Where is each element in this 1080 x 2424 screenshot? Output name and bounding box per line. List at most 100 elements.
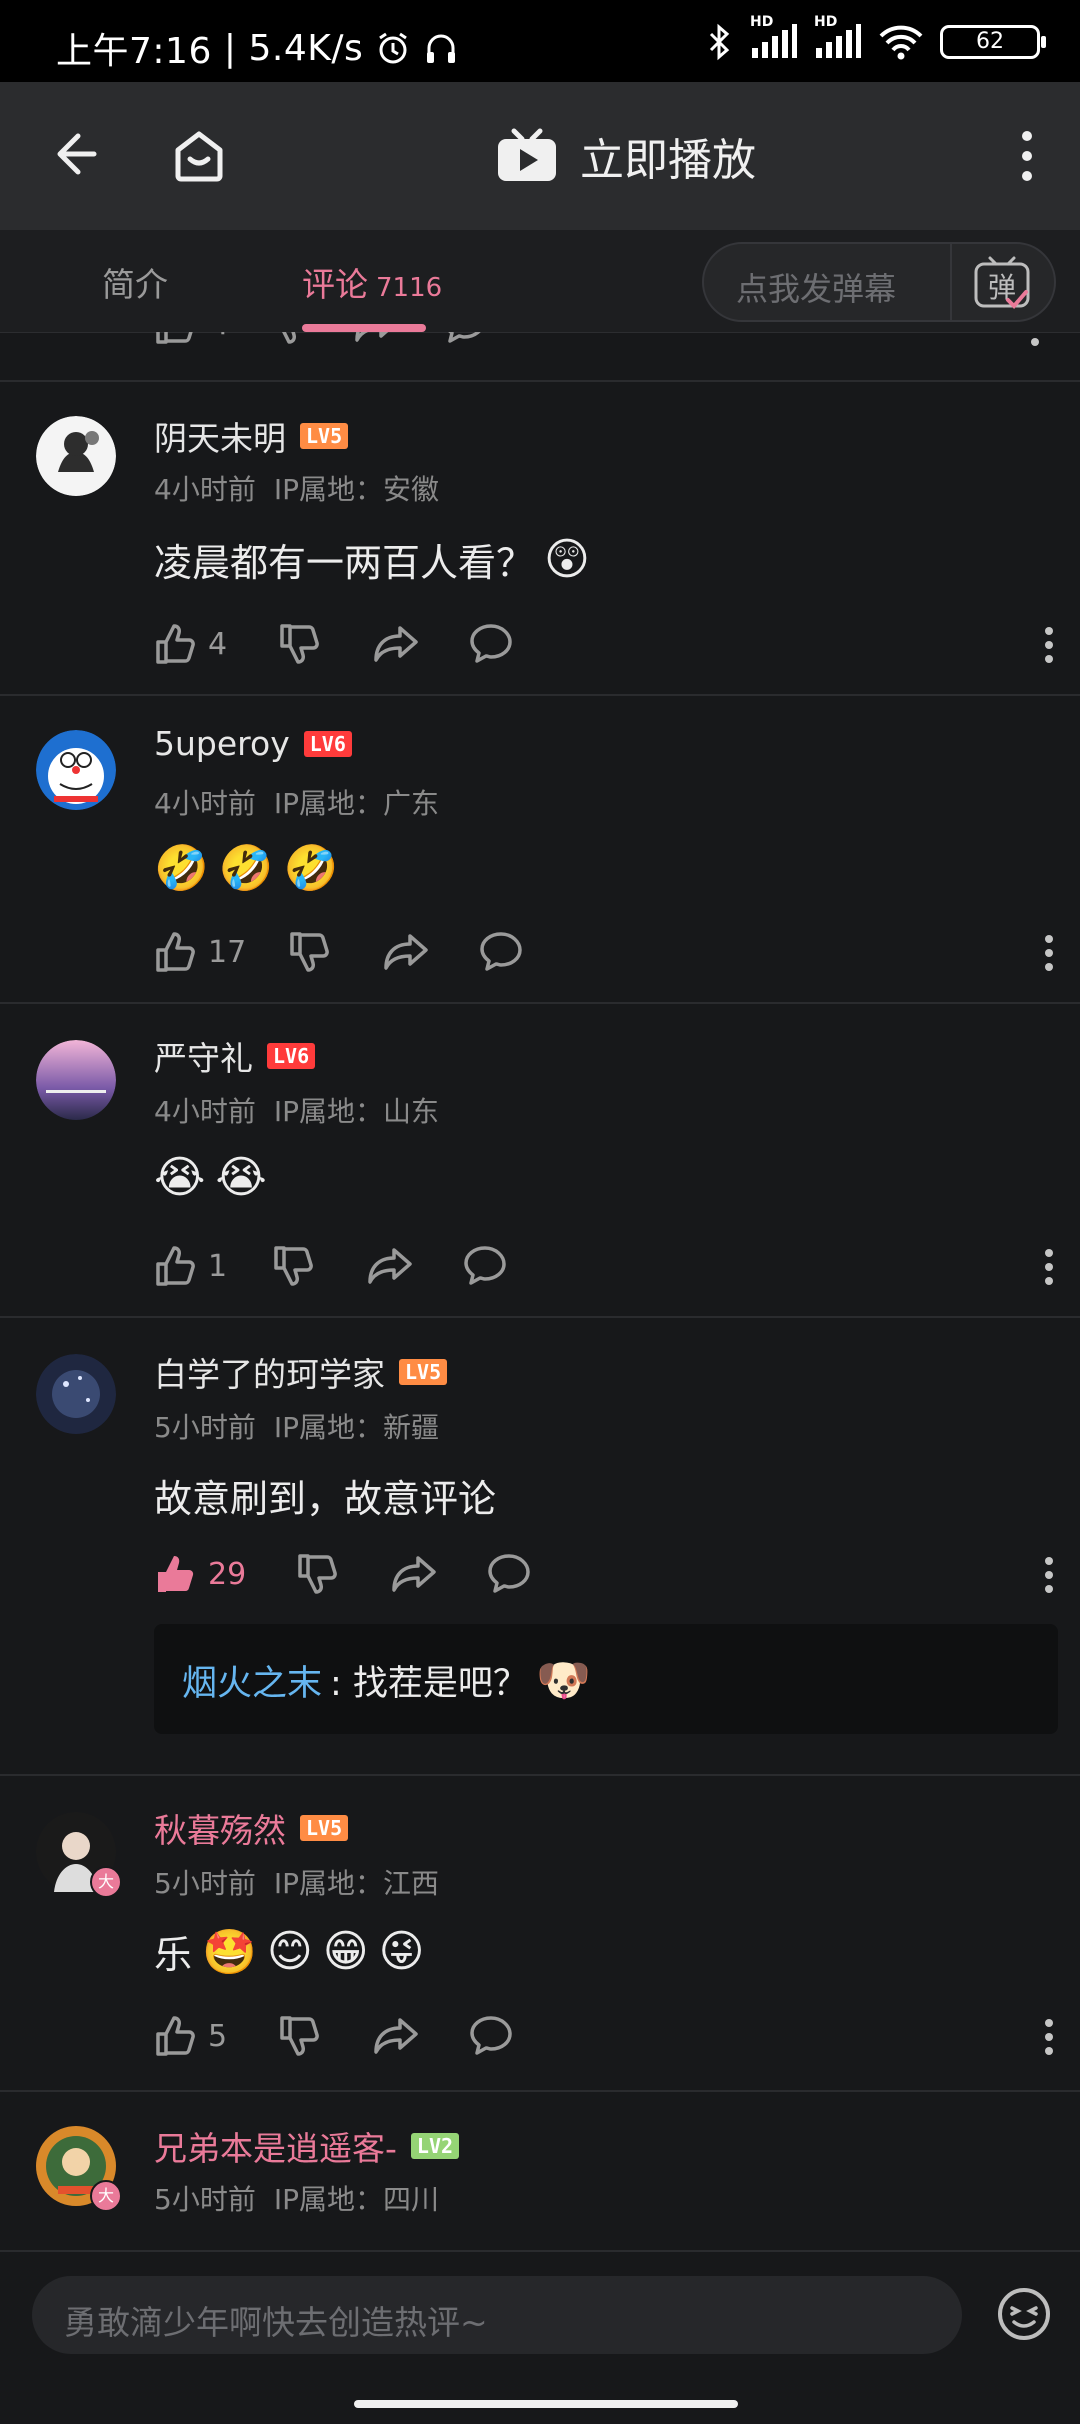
comment-item: 大 秋暮殇然 LV5 5小时前 IP属地：江西 乐 🤩 😊 😁 😜 5 [0,1776,1080,2092]
avatar[interactable]: 大 [36,1812,122,1898]
share-button[interactable] [372,2014,420,2058]
reply-button[interactable] [468,2014,514,2058]
comment-more-button[interactable] [1044,1556,1054,1598]
ip-location: IP属地：安徽 [273,473,439,506]
wifi-icon [879,25,923,60]
username[interactable]: 严守礼 [154,1032,253,1080]
level-badge: LV6 [303,730,352,757]
share-icon[interactable] [353,332,401,346]
tab-intro[interactable]: 简介 [102,258,168,306]
username[interactable]: 阴天未明 [154,412,286,460]
comment-text: 故意刷到，故意评论 [154,1477,497,1521]
emoji: 😊 [266,1926,313,1977]
headphone-icon [427,34,456,63]
level-badge: LV2 [410,2133,460,2159]
play-now-label: 立即播放 [580,135,756,186]
play-now-button[interactable]: 立即播放 [496,122,756,190]
home-button[interactable] [170,126,228,184]
avatar[interactable] [36,1354,116,1434]
reply-username[interactable]: 烟火之末 [182,1655,322,1706]
emoji: 🐶 [535,1655,591,1706]
more-icon [1045,1249,1053,1285]
like-icon [158,1556,194,1592]
like-button[interactable]: 1 [154,1244,227,1288]
like-icon[interactable] [154,332,198,346]
danmaku-input[interactable]: 点我发弹幕 弹 [702,242,1056,322]
username[interactable]: 秋暮殇然 [154,1804,286,1852]
reply-button[interactable] [462,1244,508,1288]
danmaku-toggle-button[interactable]: 弹 [972,254,1032,316]
like-button[interactable]: 29 [154,1552,246,1596]
dislike-button[interactable] [272,1244,316,1288]
share-button[interactable] [372,622,420,666]
comment-item: 白学了的珂学家 LV5 5小时前 IP属地：新疆 故意刷到，故意评论 29 烟火之… [0,1318,1080,1776]
more-icon [1045,1557,1053,1593]
comment-more-button[interactable] [1044,934,1054,976]
dislike-button[interactable] [278,622,322,666]
comment-icon [488,1554,530,1593]
like-icon [156,932,195,972]
like-button[interactable]: 17 [154,930,246,974]
network-speed: 5.4K/s [248,27,364,69]
comment-text: 乐 🤩 😊 😁 😜 [154,1926,425,1978]
like-button[interactable]: 4 [154,622,227,666]
share-button[interactable] [382,930,430,974]
comment-more-button[interactable] [1044,2018,1054,2060]
battery-indicator: 62 [940,25,1046,59]
more-menu-button[interactable] [1020,126,1034,186]
reply-preview[interactable]: 烟火之末: 找茬是吧？ 🐶 [154,1624,1058,1734]
reply-button[interactable] [478,930,524,974]
comment-actions: 5 [154,2014,1054,2062]
comment-input[interactable]: 勇敢滴少年啊快去创造热评~ [32,2276,962,2354]
ip-location: IP属地：江西 [273,1867,439,1900]
tv-play-icon [498,128,556,181]
emoji: 🤩 [202,1926,257,1978]
dislike-icon [280,624,319,664]
share-icon [374,626,418,662]
username[interactable]: 兄弟本是逍遥客- [154,2122,397,2170]
alarm-icon [379,32,408,64]
comment-count: 7116 [376,273,443,303]
bluetooth-icon [709,23,730,61]
dislike-icon [280,2016,319,2056]
dislike-button[interactable] [278,2014,322,2058]
like-count: 5 [208,2018,228,2054]
back-icon [57,133,97,175]
comment-actions: 4 [154,622,1054,670]
back-button[interactable] [48,128,100,180]
like-count: 4 [208,626,228,662]
username[interactable]: 5uperoy [154,724,290,763]
tab-bar: 简介 评论 7116 点我发弹幕 弹 [0,230,1080,333]
share-button[interactable] [366,1244,414,1288]
reply-button[interactable] [468,622,514,666]
top-navigation: 立即播放 [0,82,1080,230]
dislike-button[interactable] [288,930,332,974]
comment-actions: 17 [154,930,1054,978]
dislike-icon[interactable] [269,332,313,346]
emoji: 😭 [154,1152,206,1203]
comment-time: 4小时前 [154,473,256,506]
tab-comments[interactable]: 评论 7116 [302,258,442,306]
emoji-button[interactable] [996,2286,1052,2346]
reply-button[interactable] [486,1552,532,1596]
vip-badge: 大 [90,1866,122,1898]
avatar[interactable]: 大 [36,2126,122,2212]
avatar[interactable] [36,416,116,496]
like-button[interactable]: 5 [154,2014,227,2058]
avatar[interactable] [36,1040,116,1120]
like-icon [156,2016,195,2056]
comment-icon[interactable] [441,332,487,346]
comment-more-button[interactable] [1044,626,1054,668]
comment-time: 4小时前 [154,787,256,820]
comment-more-button[interactable] [1044,1248,1054,1290]
comment-item: 严守礼 LV6 4小时前 IP属地：山东 😭 😭 1 [0,1004,1080,1318]
avatar[interactable] [36,730,116,810]
comment-item-partial: 4 [0,332,1080,382]
username[interactable]: 白学了的珂学家 [154,1348,385,1396]
share-icon [392,1556,436,1592]
dislike-button[interactable] [296,1552,340,1596]
share-button[interactable] [390,1552,438,1596]
more-icon[interactable] [1030,332,1040,350]
like-count: 1 [208,1248,228,1284]
clock: 上午7:16 [56,31,212,72]
